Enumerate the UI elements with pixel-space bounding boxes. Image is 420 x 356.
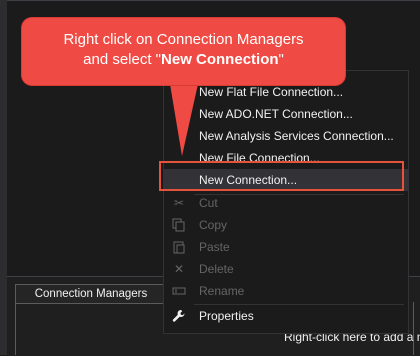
callout-line-1: Right click on Connection Managers <box>63 31 304 48</box>
callout-bold-text: New Connection <box>161 51 279 68</box>
callout-line-2-pre: and select " <box>83 51 162 68</box>
callout-line-2-post: " <box>278 51 284 68</box>
callout-line-2: and select "New Connection" <box>22 51 345 68</box>
instruction-callout: Right click on Connection Managers and s… <box>22 18 345 85</box>
